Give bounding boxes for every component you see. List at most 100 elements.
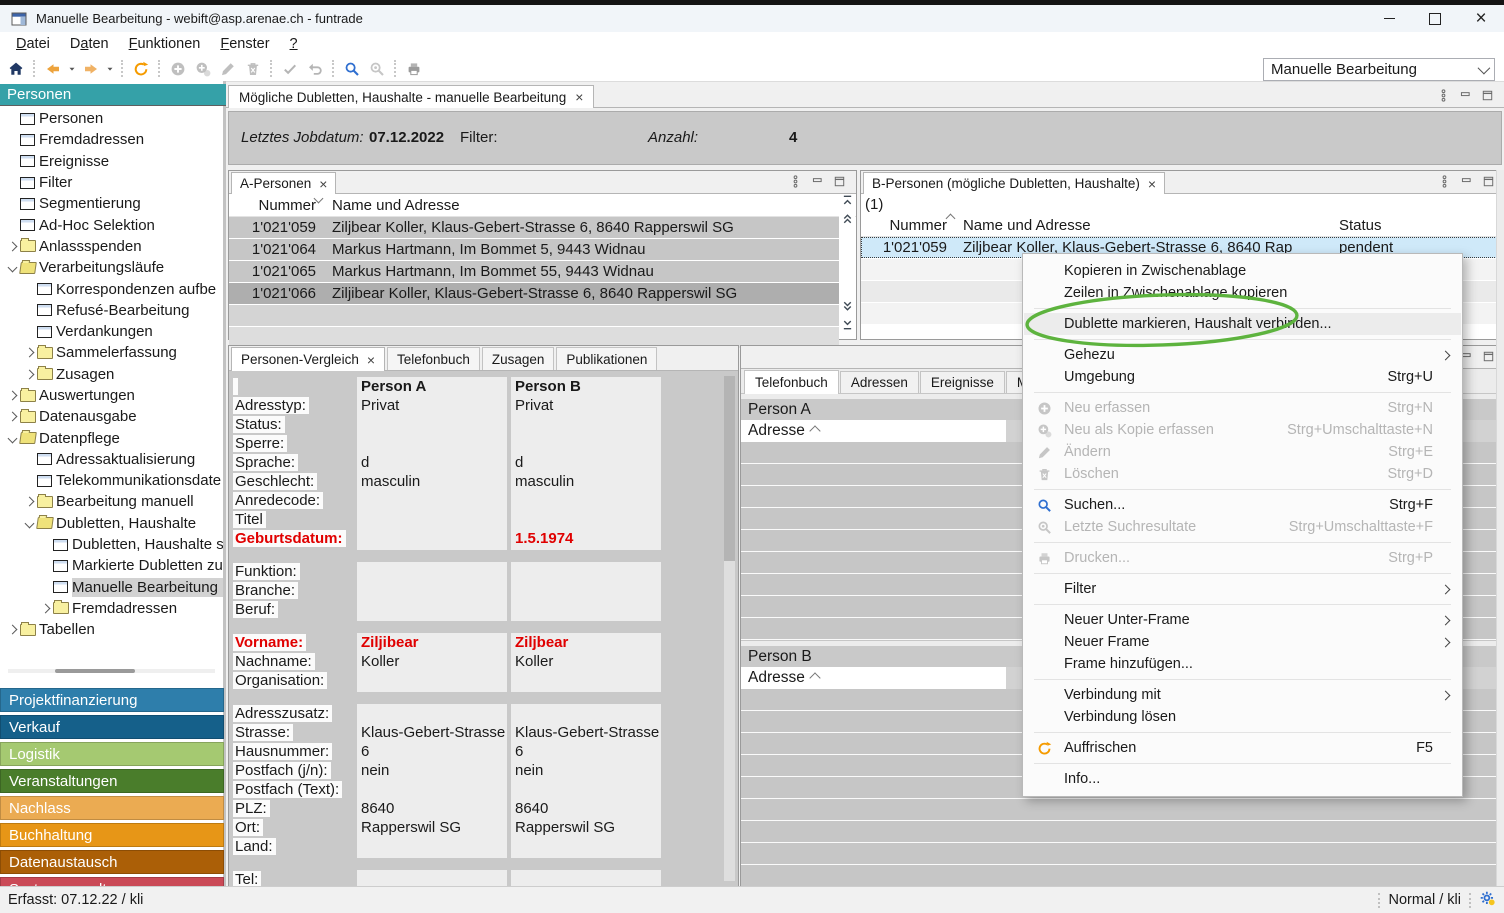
sidebar-module-button[interactable]: Nachlass [0,796,224,820]
tree-item[interactable]: Markierte Dubletten zu [0,555,223,576]
context-menu-item[interactable]: Neuer Frame [1024,631,1461,653]
print-icon[interactable] [401,58,426,80]
confirm-icon[interactable] [277,58,302,80]
minimize-frame-icon[interactable] [811,175,824,193]
forward-icon[interactable] [78,58,103,80]
maximize-frame-icon[interactable] [1481,89,1494,107]
link-frames-icon[interactable] [1438,175,1451,193]
tree-item[interactable]: Personen [0,108,223,129]
tree-item[interactable]: Korrespondenzen aufbe [0,278,223,299]
context-menu-item[interactable]: Auffrischen F5 [1024,737,1461,759]
context-menu-item[interactable]: Filter [1024,578,1461,600]
tree-item[interactable]: Segmentierung [0,193,223,214]
menu-bar-item[interactable]: Datei [6,34,60,54]
page-up-icon[interactable] [841,212,854,230]
context-menu-item[interactable]: Zeilen in Zwischenablage kopieren [1024,282,1461,304]
tree-chevron-icon[interactable] [37,605,53,612]
column-header-name-adresse[interactable]: Name und Adresse [956,217,1333,234]
toolbar-separator[interactable] [270,60,272,77]
panel-a-tab[interactable]: A-Personen [231,172,336,194]
table-row[interactable]: 1'021'065 Markus Hartmann, Im Bommet 55,… [229,261,839,282]
scroll-to-top-icon[interactable] [841,194,854,212]
context-menu-item[interactable]: Löschen Strg+D [1024,463,1461,485]
home-icon[interactable] [3,58,28,80]
tree-item[interactable]: Fremdadressen [0,598,223,619]
sidebar-module-button[interactable]: Projektfinanzierung [0,688,224,712]
sidebar-module-button[interactable]: Datenaustausch [0,850,224,874]
tree-item[interactable]: Auswertungen [0,385,223,406]
toolbar-separator[interactable] [394,60,396,77]
context-menu-item[interactable]: Ändern Strg+E [1024,441,1461,463]
compare-vertical-scrollbar[interactable] [724,376,735,881]
edit-icon[interactable] [215,58,240,80]
tree-chevron-icon[interactable] [4,413,20,420]
tree-item[interactable]: Dubletten, Haushalte s [0,534,223,555]
edge-splitter[interactable] [1496,170,1504,886]
minimize-frame-icon[interactable] [1460,175,1473,193]
tree-item[interactable]: Datenpflege [0,427,223,448]
page-down-icon[interactable] [841,300,854,318]
minimize-frame-icon[interactable] [1459,89,1472,107]
tree-item[interactable]: Ereignisse [0,151,223,172]
delete-icon[interactable] [240,58,265,80]
table-row[interactable]: 1'021'059 Ziljbear Koller, Klaus-Gebert-… [229,217,839,238]
tree-chevron-icon[interactable] [4,626,20,633]
tree-item[interactable]: Bearbeitung manuell [0,491,223,512]
tree-chevron-icon[interactable] [4,435,20,442]
link-frames-icon[interactable] [1437,89,1450,107]
tree-item[interactable]: Sammelerfassung [0,342,223,363]
sidebar-module-button[interactable]: Verkauf [0,715,224,739]
context-menu-item[interactable]: Gehezu [1024,344,1461,366]
tree-item[interactable]: Verdankungen [0,321,223,342]
sidebar-horizontal-scrollbar[interactable] [8,669,215,673]
settings-gear-icon[interactable] [1479,890,1496,911]
context-menu-item[interactable]: Verbindung lösen [1024,706,1461,728]
tree-item[interactable]: Telekommunikationsdate [0,470,223,491]
tree-chevron-icon[interactable] [21,498,37,505]
view-selector-combobox[interactable]: Manuelle Bearbeitung [1263,58,1495,81]
tree-item[interactable]: Anlassspenden [0,236,223,257]
table-row[interactable] [229,305,839,326]
detail-tab[interactable]: Adressen [840,371,919,393]
column-header-nummer[interactable]: Nummer [861,217,956,234]
compare-tab[interactable]: Telefonbuch [387,347,480,370]
column-header-nummer[interactable]: Nummer [229,197,325,214]
column-header-adresse[interactable]: Adresse [741,420,1006,442]
tree-item[interactable]: Fremdadressen [0,129,223,150]
toolbar-separator[interactable] [33,60,35,77]
context-menu-item[interactable]: Kopieren in Zwischenablage [1024,260,1461,282]
context-menu-item[interactable]: Dublette markieren, Haushalt verbinden..… [1024,313,1461,335]
maximize-button[interactable] [1412,5,1458,32]
sidebar-module-button[interactable]: Veranstaltungen [0,769,224,793]
maximize-frame-icon[interactable] [1482,175,1495,193]
sidebar-module-button[interactable]: Logistik [0,742,224,766]
back-icon[interactable] [40,58,65,80]
undo-icon[interactable] [302,58,327,80]
compare-tab[interactable]: Publikationen [556,347,657,370]
tree-item[interactable]: Filter [0,172,223,193]
tree-item[interactable]: Verarbeitungsläufe [0,257,223,278]
tree-item[interactable]: Manuelle Bearbeitung [0,577,223,598]
link-frames-icon[interactable] [789,175,802,193]
panel-b-tab[interactable]: B-Personen (mögliche Dubletten, Haushalt… [863,172,1165,194]
context-menu-item[interactable]: Suchen... Strg+F [1024,494,1461,516]
tree-item[interactable]: Dubletten, Haushalte [0,513,223,534]
close-tab-icon[interactable] [367,352,375,368]
tree-chevron-icon[interactable] [4,243,20,250]
tree-chevron-icon[interactable] [4,392,20,399]
tree-item[interactable]: Datenausgabe [0,406,223,427]
tree-item[interactable]: Zusagen [0,364,223,385]
context-menu-item[interactable]: Drucken... Strg+P [1024,547,1461,569]
context-menu-item[interactable]: Neu als Kopie erfassen Strg+Umschalttast… [1024,419,1461,441]
refresh-icon[interactable] [128,58,153,80]
column-header-adresse[interactable]: Adresse [741,667,1006,689]
scroll-to-bottom-icon[interactable] [841,318,854,336]
menu-bar-item[interactable]: Fenster [210,34,279,54]
close-tab-icon[interactable] [575,89,583,105]
context-menu-item[interactable]: Neu erfassen Strg+N [1024,397,1461,419]
detail-tab[interactable]: Ereignisse [920,371,1005,393]
close-button[interactable] [1458,5,1504,32]
tree-chevron-icon[interactable] [21,371,37,378]
tree-chevron-icon[interactable] [21,349,37,356]
tab-moegliche-dubletten[interactable]: Mögliche Dubletten, Haushalte - manuelle… [228,85,594,108]
